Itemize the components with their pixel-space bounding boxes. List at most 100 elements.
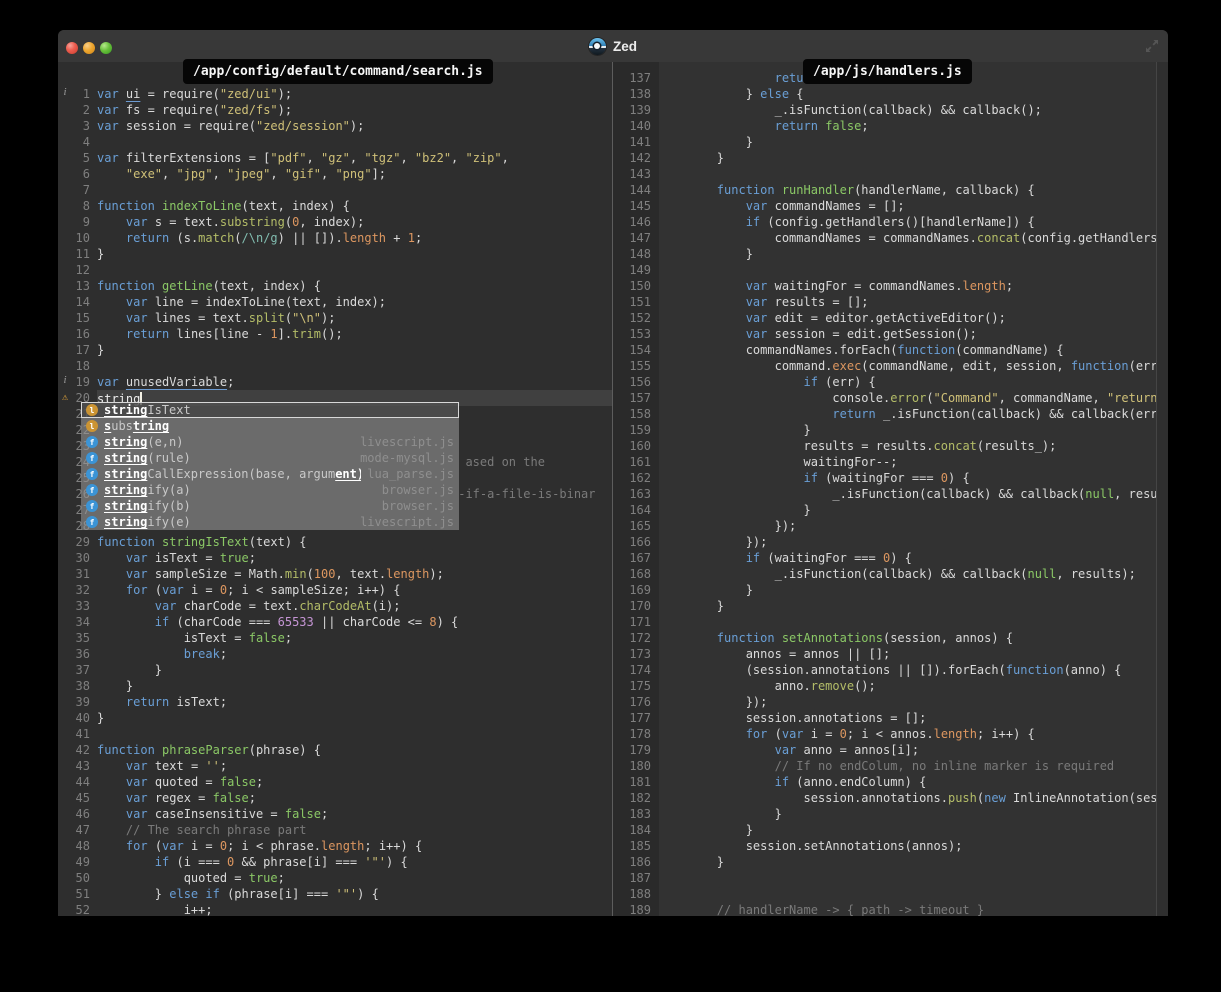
code-line-37[interactable]: 37 } [58, 662, 612, 678]
code-line-12[interactable]: 12 [58, 262, 612, 278]
code-line-19[interactable]: i19var unusedVariable; [58, 374, 612, 390]
code-line-3[interactable]: 3var session = require("zed/session"); [58, 118, 612, 134]
code-line-140[interactable]: 140 return false; [613, 118, 1168, 134]
code-line-11[interactable]: 11} [58, 246, 612, 262]
code-line-35[interactable]: 35 isText = false; [58, 630, 612, 646]
code-line-148[interactable]: 148 } [613, 246, 1168, 262]
code-line-51[interactable]: 51 } else if (phrase[i] === '"') { [58, 886, 612, 902]
code-line-167[interactable]: 167 if (waitingFor === 0) { [613, 550, 1168, 566]
code-line-186[interactable]: 186 } [613, 854, 1168, 870]
autocomplete-item-0[interactable]: lstringIsText [81, 402, 459, 418]
scrollbar-track[interactable] [1156, 62, 1168, 916]
code-line-157[interactable]: 157 console.error("Command", commandName… [613, 390, 1168, 406]
fullscreen-icon[interactable] [1143, 37, 1161, 55]
code-line-161[interactable]: 161 waitingFor--; [613, 454, 1168, 470]
code-line-169[interactable]: 169 } [613, 582, 1168, 598]
autocomplete-item-5[interactable]: fstringify(a)browser.js [81, 482, 459, 498]
autocomplete-item-7[interactable]: fstringify(e)livescript.js [81, 514, 459, 530]
code-line-174[interactable]: 174 (session.annotations || []).forEach(… [613, 662, 1168, 678]
code-line-180[interactable]: 180 // If no endColum, no inline marker … [613, 758, 1168, 774]
code-line-143[interactable]: 143 [613, 166, 1168, 182]
code-line-45[interactable]: 45 var regex = false; [58, 790, 612, 806]
code-line-30[interactable]: 30 var isText = true; [58, 550, 612, 566]
code-line-154[interactable]: 154 commandNames.forEach(function(comman… [613, 342, 1168, 358]
code-line-17[interactable]: 17} [58, 342, 612, 358]
code-line-163[interactable]: 163 _.isFunction(callback) && callback(n… [613, 486, 1168, 502]
code-line-138[interactable]: 138 } else { [613, 86, 1168, 102]
code-line-4[interactable]: 4 [58, 134, 612, 150]
code-line-152[interactable]: 152 var edit = editor.getActiveEditor(); [613, 310, 1168, 326]
code-line-41[interactable]: 41 [58, 726, 612, 742]
autocomplete-item-6[interactable]: fstringify(b)browser.js [81, 498, 459, 514]
code-line-29[interactable]: 29function stringIsText(text) { [58, 534, 612, 550]
code-line-16[interactable]: 16 return lines[line - 1].trim(); [58, 326, 612, 342]
code-line-13[interactable]: 13function getLine(text, index) { [58, 278, 612, 294]
code-line-5[interactable]: 5var filterExtensions = ["pdf", "gz", "t… [58, 150, 612, 166]
code-line-151[interactable]: 151 var results = []; [613, 294, 1168, 310]
code-line-149[interactable]: 149 [613, 262, 1168, 278]
code-line-7[interactable]: 7 [58, 182, 612, 198]
code-line-18[interactable]: 18 [58, 358, 612, 374]
code-line-15[interactable]: 15 var lines = text.split("\n"); [58, 310, 612, 326]
code-line-158[interactable]: 158 return _.isFunction(callback) && cal… [613, 406, 1168, 422]
code-line-178[interactable]: 178 for (var i = 0; i < annos.length; i+… [613, 726, 1168, 742]
code-line-179[interactable]: 179 var anno = annos[i]; [613, 742, 1168, 758]
code-line-156[interactable]: 156 if (err) { [613, 374, 1168, 390]
code-line-172[interactable]: 172 function setAnnotations(session, ann… [613, 630, 1168, 646]
pane-handlers-js[interactable]: 137 return true;138 } else {139 _.isFunc… [613, 62, 1168, 916]
autocomplete-item-1[interactable]: lsubstring [81, 418, 459, 434]
code-line-48[interactable]: 48 for (var i = 0; i < phrase.length; i+… [58, 838, 612, 854]
code-line-139[interactable]: 139 _.isFunction(callback) && callback()… [613, 102, 1168, 118]
code-line-49[interactable]: 49 if (i === 0 && phrase[i] === '"') { [58, 854, 612, 870]
code-line-33[interactable]: 33 var charCode = text.charCodeAt(i); [58, 598, 612, 614]
code-line-39[interactable]: 39 return isText; [58, 694, 612, 710]
code-line-40[interactable]: 40} [58, 710, 612, 726]
code-line-14[interactable]: 14 var line = indexToLine(text, index); [58, 294, 612, 310]
code-line-46[interactable]: 46 var caseInsensitive = false; [58, 806, 612, 822]
code-line-2[interactable]: 2var fs = require("zed/fs"); [58, 102, 612, 118]
code-line-147[interactable]: 147 commandNames = commandNames.concat(c… [613, 230, 1168, 246]
code-line-38[interactable]: 38 } [58, 678, 612, 694]
code-line-176[interactable]: 176 }); [613, 694, 1168, 710]
code-line-31[interactable]: 31 var sampleSize = Math.min(100, text.l… [58, 566, 612, 582]
code-line-187[interactable]: 187 [613, 870, 1168, 886]
pane-divider[interactable] [612, 62, 613, 916]
code-line-164[interactable]: 164 } [613, 502, 1168, 518]
code-line-141[interactable]: 141 } [613, 134, 1168, 150]
code-line-8[interactable]: 8function indexToLine(text, index) { [58, 198, 612, 214]
code-line-184[interactable]: 184 } [613, 822, 1168, 838]
autocomplete-item-4[interactable]: fstringCallExpression(base, argument)lua… [81, 466, 459, 482]
code-line-150[interactable]: 150 var waitingFor = commandNames.length… [613, 278, 1168, 294]
code-line-185[interactable]: 185 session.setAnnotations(annos); [613, 838, 1168, 854]
code-line-52[interactable]: 52 i++; [58, 902, 612, 916]
code-line-34[interactable]: 34 if (charCode === 65533 || charCode <=… [58, 614, 612, 630]
code-line-162[interactable]: 162 if (waitingFor === 0) { [613, 470, 1168, 486]
code-line-145[interactable]: 145 var commandNames = []; [613, 198, 1168, 214]
code-line-170[interactable]: 170 } [613, 598, 1168, 614]
code-line-47[interactable]: 47 // The search phrase part [58, 822, 612, 838]
code-line-168[interactable]: 168 _.isFunction(callback) && callback(n… [613, 566, 1168, 582]
code-line-142[interactable]: 142 } [613, 150, 1168, 166]
code-line-160[interactable]: 160 results = results.concat(results_); [613, 438, 1168, 454]
autocomplete-item-3[interactable]: fstring(rule)mode-mysql.js [81, 450, 459, 466]
code-line-182[interactable]: 182 session.annotations.push(new InlineA… [613, 790, 1168, 806]
code-line-155[interactable]: 155 command.exec(commandName, edit, sess… [613, 358, 1168, 374]
code-line-159[interactable]: 159 } [613, 422, 1168, 438]
code-line-177[interactable]: 177 session.annotations = []; [613, 710, 1168, 726]
code-line-9[interactable]: 9 var s = text.substring(0, index); [58, 214, 612, 230]
code-line-173[interactable]: 173 annos = annos || []; [613, 646, 1168, 662]
code-line-50[interactable]: 50 quoted = true; [58, 870, 612, 886]
code-line-165[interactable]: 165 }); [613, 518, 1168, 534]
code-line-146[interactable]: 146 if (config.getHandlers()[handlerName… [613, 214, 1168, 230]
code-line-1[interactable]: i1var ui = require("zed/ui"); [58, 86, 612, 102]
code-line-43[interactable]: 43 var text = ''; [58, 758, 612, 774]
autocomplete-item-2[interactable]: fstring(e,n)livescript.js [81, 434, 459, 450]
code-line-44[interactable]: 44 var quoted = false; [58, 774, 612, 790]
code-line-166[interactable]: 166 }); [613, 534, 1168, 550]
code-line-36[interactable]: 36 break; [58, 646, 612, 662]
code-line-32[interactable]: 32 for (var i = 0; i < sampleSize; i++) … [58, 582, 612, 598]
code-line-144[interactable]: 144 function runHandler(handlerName, cal… [613, 182, 1168, 198]
code-line-10[interactable]: 10 return (s.match(/\n/g) || []).length … [58, 230, 612, 246]
code-line-181[interactable]: 181 if (anno.endColumn) { [613, 774, 1168, 790]
code-line-188[interactable]: 188 [613, 886, 1168, 902]
